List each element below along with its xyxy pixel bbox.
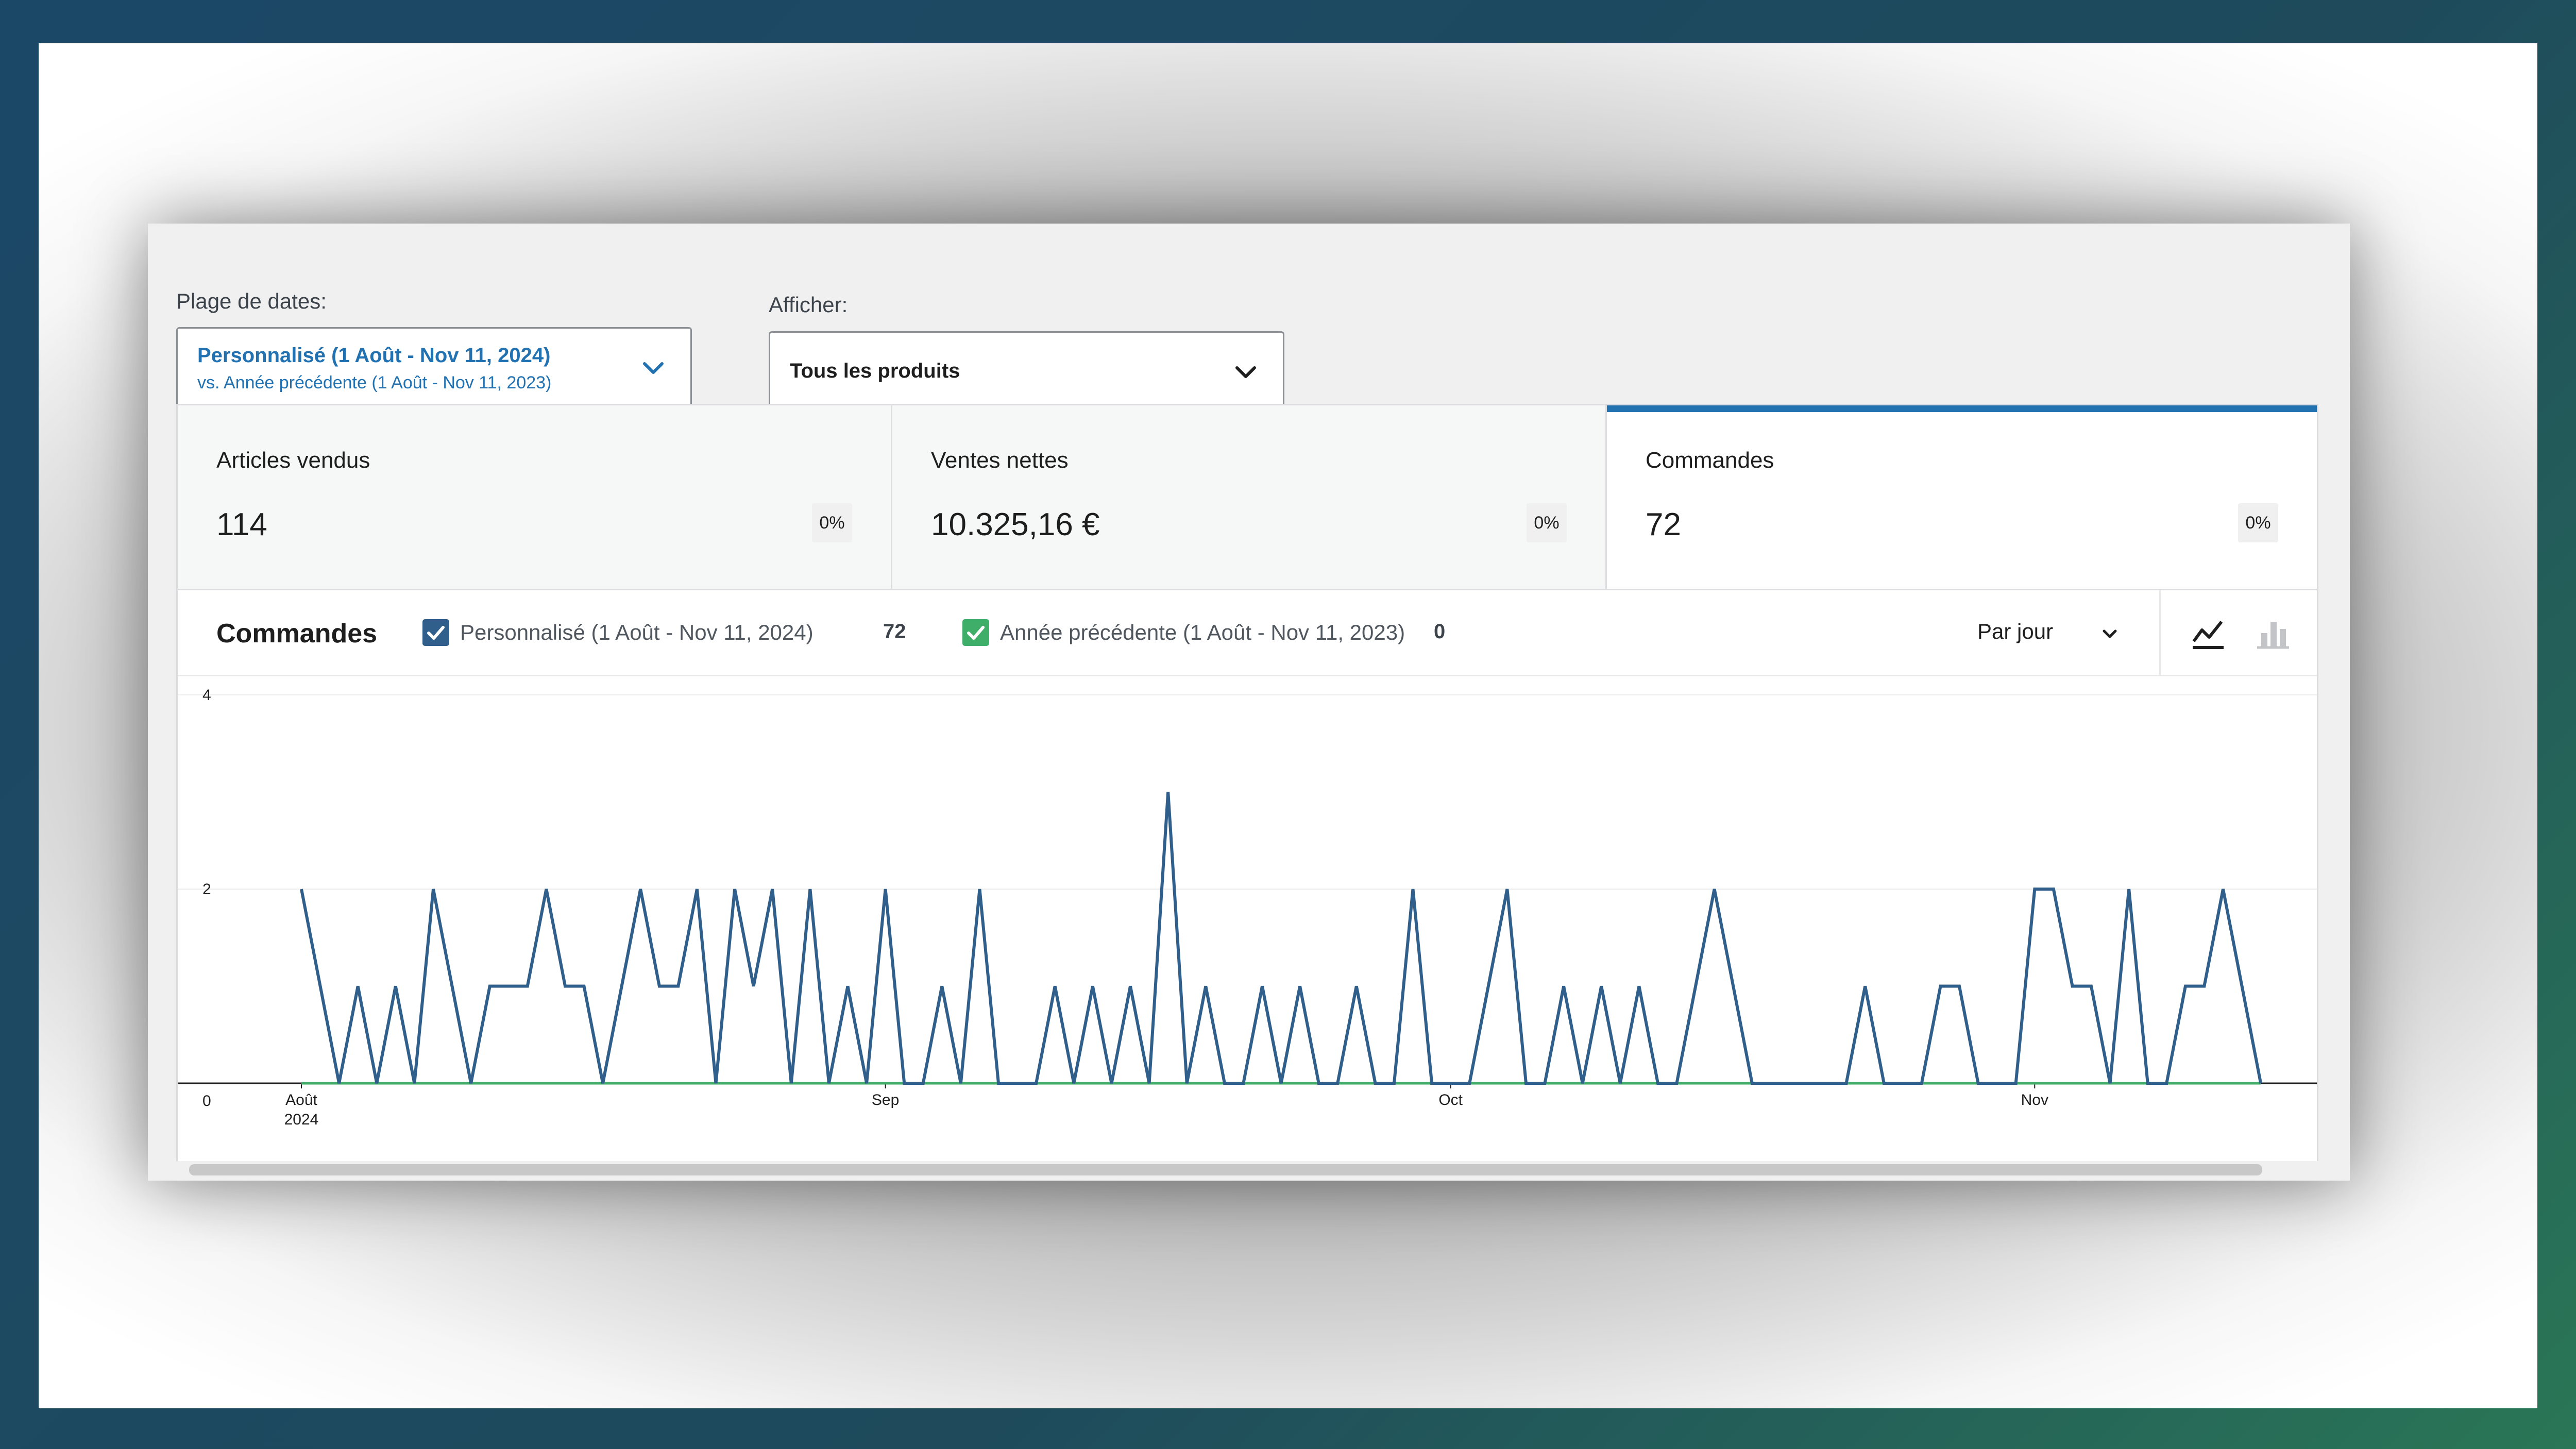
product-filter-select[interactable]: Tous les produits — [769, 331, 1284, 411]
orders-line-chart — [178, 694, 2317, 1088]
x-tick-label: Sep — [871, 1092, 900, 1109]
chart-header: Commandes Personnalisé (1 Août - Nov 11,… — [178, 590, 2317, 676]
card-delta-badge: 0% — [1527, 503, 1567, 542]
bar-chart-icon[interactable] — [2254, 615, 2291, 652]
scrollbar-thumb[interactable] — [189, 1164, 2262, 1175]
x-tick-label: Nov — [2021, 1092, 2048, 1109]
chevron-down-icon[interactable] — [2101, 627, 2119, 641]
chart-title: Commandes — [216, 619, 378, 649]
series-line-current — [300, 792, 2263, 1085]
card-value: 114 — [216, 507, 267, 542]
header-divider — [2159, 590, 2161, 675]
date-range-label: Plage de dates: — [176, 289, 327, 313]
date-range-select[interactable]: Personnalisé (1 Août - Nov 11, 2024) vs.… — [176, 327, 692, 410]
chart-container: Commandes Personnalisé (1 Août - Nov 11,… — [176, 589, 2318, 1181]
card-commandes[interactable]: Commandes 72 0% — [1607, 405, 2317, 589]
card-label: Commandes — [1646, 448, 1774, 473]
chevron-down-icon — [643, 362, 664, 374]
card-value: 10.325,16 € — [931, 507, 1100, 542]
x-tick-label: Août 2024 — [284, 1092, 319, 1128]
card-delta-badge: 0% — [812, 503, 852, 542]
y-tick-label: 2 — [202, 881, 211, 898]
card-label: Ventes nettes — [931, 448, 1069, 473]
product-filter-value: Tous les produits — [790, 360, 960, 382]
card-ventes-nettes[interactable]: Ventes nettes 10.325,16 € 0% — [892, 405, 1605, 589]
y-tick-label: 4 — [202, 687, 211, 704]
chart-horizontal-scrollbar[interactable] — [148, 1161, 2350, 1181]
legend-checkbox-current[interactable] — [422, 619, 449, 646]
checkmark-icon — [427, 626, 445, 640]
line-chart-icon[interactable] — [2190, 615, 2227, 652]
analytics-panel: Plage de dates: Personnalisé (1 Août - N… — [148, 224, 2350, 1181]
checkmark-icon — [967, 626, 985, 640]
card-label: Articles vendus — [216, 448, 370, 473]
date-range-comparison: vs. Année précédente (1 Août - Nov 11, 2… — [197, 373, 552, 393]
card-articles-vendus[interactable]: Articles vendus 114 0% — [178, 405, 891, 589]
chevron-down-icon — [1235, 366, 1256, 378]
legend-label-previous: Année précédente (1 Août - Nov 11, 2023) — [1000, 620, 1405, 644]
x-tick-label: Oct — [1438, 1092, 1463, 1109]
card-delta-badge: 0% — [2238, 503, 2278, 542]
legend-label-current: Personnalisé (1 Août - Nov 11, 2024) — [460, 620, 814, 644]
interval-select[interactable]: Par jour — [1977, 619, 2053, 644]
date-range-primary: Personnalisé (1 Août - Nov 11, 2024) — [197, 344, 551, 367]
legend-total-previous: 0 — [1434, 620, 1446, 643]
interval-value: Par jour — [1977, 619, 2054, 643]
legend-checkbox-previous[interactable] — [962, 619, 989, 646]
y-tick-label: 0 — [202, 1093, 211, 1110]
summary-cards: Articles vendus 114 0% Ventes nettes 10.… — [176, 404, 2318, 590]
legend-total-current: 72 — [883, 620, 906, 643]
card-value: 72 — [1646, 507, 1681, 542]
show-label: Afficher: — [769, 293, 848, 317]
